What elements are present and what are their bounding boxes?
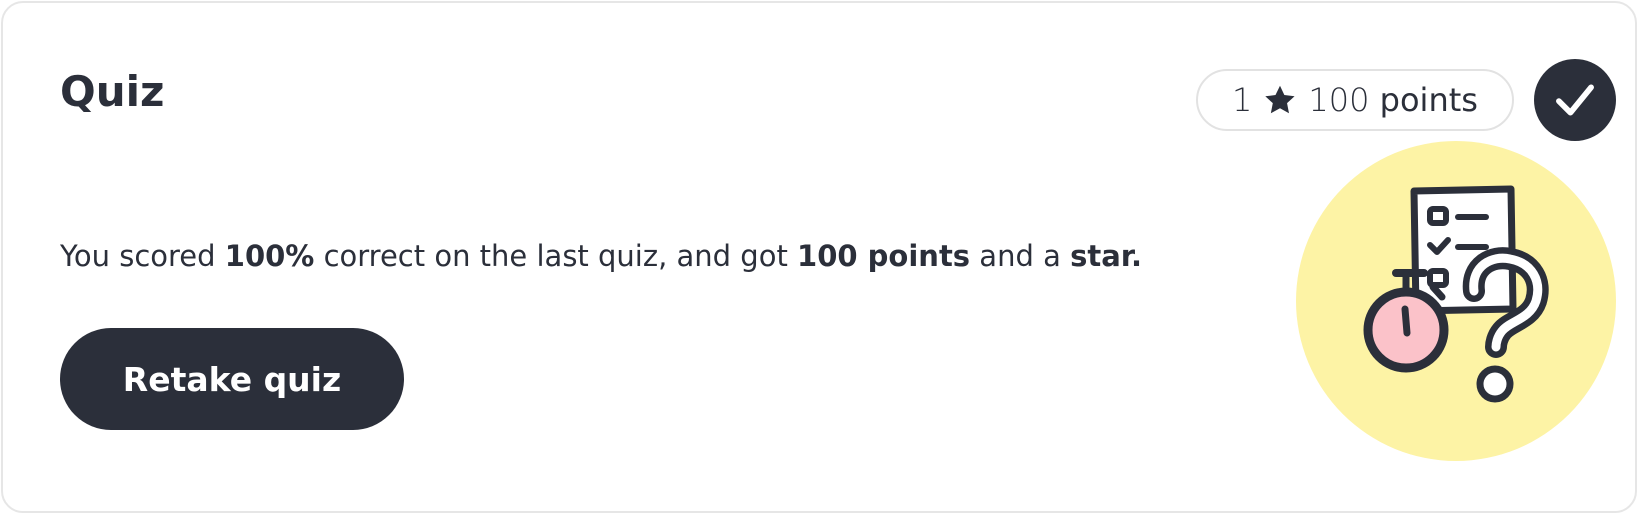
star-icon	[1262, 82, 1298, 118]
earned-star: star.	[1070, 239, 1142, 273]
score-message: You scored 100% correct on the last quiz…	[60, 239, 1142, 273]
retake-quiz-button[interactable]: Retake quiz	[60, 328, 404, 430]
check-icon	[1556, 84, 1594, 116]
points-summary-pill: 1 100 points	[1196, 69, 1514, 131]
earned-points: 100 points	[797, 239, 971, 273]
quiz-illustration-icon	[1296, 141, 1616, 461]
stars-count: 1	[1232, 81, 1253, 119]
quiz-card: Quiz 1 100 points You scored 100% correc…	[1, 1, 1637, 513]
points-value: 100 points	[1308, 81, 1478, 119]
score-percent: 100%	[224, 239, 315, 273]
completed-badge	[1534, 59, 1616, 141]
quiz-title: Quiz	[60, 67, 165, 116]
